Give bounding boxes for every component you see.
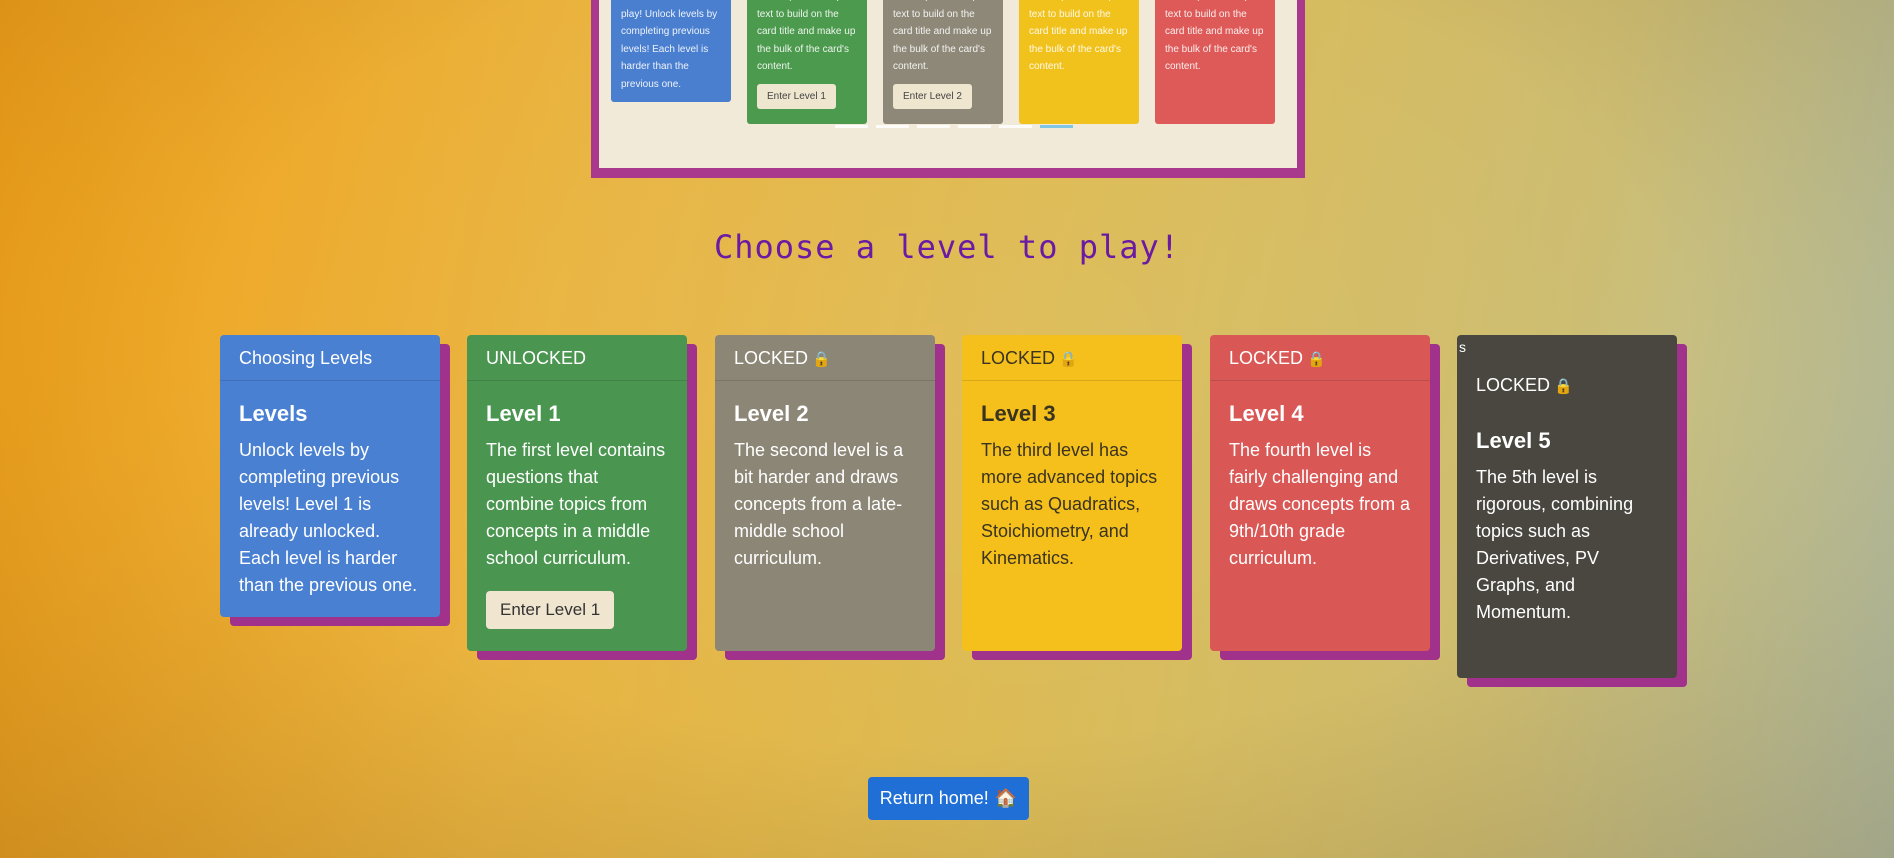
carousel-indicator[interactable] xyxy=(958,125,991,128)
card-header: UNLOCKED xyxy=(467,335,687,381)
card-header-label: LOCKED xyxy=(981,348,1056,368)
card-text: The third level has more advanced topics… xyxy=(981,440,1158,568)
return-home-button[interactable]: Return home! 🏠 xyxy=(868,777,1029,820)
carousel-enter-level-2-button[interactable]: Enter Level 2 xyxy=(893,83,972,109)
page-title: Choose a level to play! xyxy=(713,228,1181,266)
card-header: LOCKED 🔒 xyxy=(715,335,935,381)
card-level-2: LOCKED 🔒 Level 2 The second level is a bi… xyxy=(715,335,935,651)
carousel-card-level-3: Some quick example text to build on the … xyxy=(1019,0,1139,124)
carousel-indicator[interactable] xyxy=(917,125,950,128)
card-body: Level 1 The first level contains questio… xyxy=(467,381,687,629)
card-level-3: LOCKED 🔒 Level 3 The third level has more… xyxy=(962,335,1182,651)
carousel-inner: Choose a level to play! Unlock levels by… xyxy=(599,0,1297,168)
card-header-label: LOCKED xyxy=(1476,375,1551,395)
home-icon: 🏠 xyxy=(994,788,1018,808)
carousel-card-level-1: Some quick example text to build on the … xyxy=(747,0,867,124)
card-text: Unlock levels by completing previous lev… xyxy=(239,440,418,595)
card-choosing-levels: Choosing Levels Levels Unlock levels by … xyxy=(220,335,440,617)
carousel-card-text: Some quick example text to build on the … xyxy=(1029,0,1128,72)
corner-mark: s xyxy=(1459,339,1466,355)
card-title: Level 3 xyxy=(981,401,1056,426)
lock-icon: 🔒 xyxy=(1307,351,1326,368)
carousel-indicator[interactable] xyxy=(876,125,909,128)
lock-icon: 🔒 xyxy=(812,351,831,368)
carousel-indicator[interactable] xyxy=(835,125,868,128)
card-body: Level 5 The 5th level is rigorous, combi… xyxy=(1457,408,1677,626)
card-body: Level 2 The second level is a bit harder… xyxy=(715,381,935,572)
card-text: The first level contains questions that … xyxy=(486,440,666,568)
enter-level-1-button[interactable]: Enter Level 1 xyxy=(486,591,615,629)
carousel-indicator[interactable] xyxy=(999,125,1032,128)
carousel-card-levels: Choose a level to play! Unlock levels by… xyxy=(611,0,731,102)
carousel-card-level-2: Some quick example text to build on the … xyxy=(883,0,1003,124)
carousel-card-text: Some quick example text to build on the … xyxy=(757,0,856,72)
card-title: Levels xyxy=(239,401,308,426)
card-text: The fourth level is fairly challenging a… xyxy=(1229,440,1411,568)
card-level-1: UNLOCKED Level 1 The first level contain… xyxy=(467,335,687,651)
card-text: The second level is a bit harder and dra… xyxy=(734,440,904,568)
card-title: Level 5 xyxy=(1476,428,1551,453)
card-header: LOCKED 🔒 xyxy=(1210,335,1430,381)
carousel-enter-level-1-button[interactable]: Enter Level 1 xyxy=(757,83,836,109)
card-text: The 5th level is rigorous, combining top… xyxy=(1476,467,1634,622)
card-header-label: Choosing Levels xyxy=(239,348,373,368)
card-header-label: LOCKED xyxy=(1229,348,1304,368)
carousel-preview: Choose a level to play! Unlock levels by… xyxy=(591,0,1305,178)
card-header: LOCKED 🔒 xyxy=(1457,335,1677,408)
card-header-label: LOCKED xyxy=(734,348,809,368)
lock-icon: 🔒 xyxy=(1554,378,1573,395)
card-body: Levels Unlock levels by completing previ… xyxy=(220,381,440,599)
card-body: Level 4 The fourth level is fairly chall… xyxy=(1210,381,1430,572)
card-level-5: s LOCKED 🔒 Level 5 The 5th level is rigor… xyxy=(1457,335,1677,678)
carousel-card-text: Some quick example text to build on the … xyxy=(1165,0,1264,72)
card-level-4: LOCKED 🔒 Level 4 The fourth level is fair… xyxy=(1210,335,1430,651)
card-body: Level 3 The third level has more advance… xyxy=(962,381,1182,572)
carousel-indicators xyxy=(835,125,1073,128)
card-header: Choosing Levels xyxy=(220,335,440,381)
card-title: Level 1 xyxy=(486,401,561,426)
card-header: LOCKED 🔒 xyxy=(962,335,1182,381)
card-title: Level 4 xyxy=(1229,401,1304,426)
carousel-card-text: Some quick example text to build on the … xyxy=(893,0,992,72)
carousel-card-text: Choose a level to play! Unlock levels by… xyxy=(621,0,718,90)
lock-icon: 🔒 xyxy=(1059,351,1078,368)
card-title: Level 2 xyxy=(734,401,809,426)
card-header-label: UNLOCKED xyxy=(486,348,587,368)
carousel-indicator-active[interactable] xyxy=(1040,125,1073,128)
return-home-label: Return home! xyxy=(879,788,989,808)
carousel-card-level-4: Some quick example text to build on the … xyxy=(1155,0,1275,124)
